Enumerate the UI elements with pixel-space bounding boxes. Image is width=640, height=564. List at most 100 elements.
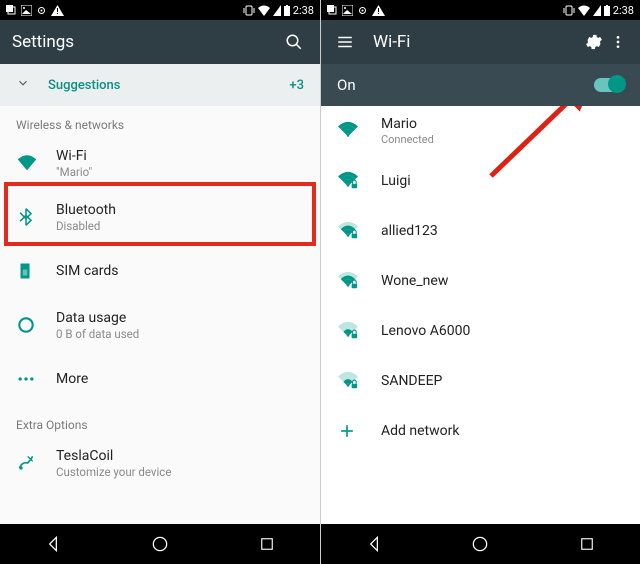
menu-button[interactable] — [331, 28, 359, 56]
wifi-on-label: On — [337, 76, 594, 94]
settings-row-sim[interactable]: SIM cards — [0, 244, 320, 298]
add-network-row[interactable]: Add network — [321, 406, 640, 456]
row-subtitle: Customize your device — [56, 465, 171, 479]
wifi-signal-icon — [337, 271, 381, 291]
status-bar: 2:38 — [0, 0, 320, 20]
nav-recents[interactable] — [573, 530, 601, 558]
signal-icon — [273, 5, 281, 16]
more-vert-icon — [610, 34, 626, 50]
gear-small-icon — [357, 5, 368, 16]
wifi-status-icon — [258, 5, 270, 16]
row-title: Wi-Fi — [56, 148, 92, 164]
clock: 2:38 — [293, 4, 314, 17]
settings-row-more[interactable]: More — [0, 352, 320, 406]
plus-icon — [337, 421, 381, 441]
bluetooth-icon — [16, 207, 36, 227]
wifi-ssid: Mario — [381, 116, 434, 132]
suggestions-label: Suggestions — [48, 78, 289, 93]
wifi-icon — [16, 152, 38, 174]
alert-icon — [372, 5, 385, 16]
back-icon — [43, 534, 63, 554]
row-title: More — [56, 371, 88, 387]
row-title: Data usage — [56, 310, 139, 326]
layers-icon — [6, 5, 17, 16]
settings-row-teslacoil[interactable]: TeslaCoilCustomize your device — [0, 436, 320, 490]
home-icon — [470, 534, 490, 554]
wifi-ssid: allied123 — [381, 223, 438, 239]
right-screen: 2:38 Wi-Fi On MarioConnected — [321, 0, 640, 564]
settings-row-data[interactable]: Data usage0 B of data used — [0, 298, 320, 352]
wifi-ssid: Luigi — [381, 173, 411, 189]
wifi-signal-icon — [337, 221, 381, 241]
teslacoil-icon — [16, 453, 36, 473]
sim-icon — [16, 261, 34, 281]
gear-icon — [584, 32, 604, 52]
home-icon — [150, 534, 170, 554]
page-title: Wi-Fi — [373, 32, 410, 52]
suggestions-count: +3 — [289, 78, 304, 93]
signal-icon — [593, 5, 601, 16]
clock: 2:38 — [613, 4, 634, 17]
overflow-button[interactable] — [608, 28, 628, 56]
app-bar: Settings — [0, 20, 320, 64]
alert-icon — [51, 5, 64, 16]
settings-row-wifi[interactable]: Wi-Fi"Mario" — [0, 136, 320, 190]
nav-bar — [0, 524, 320, 564]
wifi-ssid: Wone_new — [381, 273, 448, 289]
row-subtitle: Disabled — [56, 219, 116, 233]
nav-back[interactable] — [360, 530, 388, 558]
row-title: Bluetooth — [56, 202, 116, 218]
wifi-toggle[interactable] — [594, 78, 624, 92]
section-extra: Extra Options — [0, 406, 320, 436]
chevron-down-icon — [16, 76, 30, 94]
nav-home[interactable] — [466, 530, 494, 558]
battery-icon — [284, 5, 290, 16]
search-button[interactable] — [280, 28, 308, 56]
wifi-status-icon — [578, 5, 590, 16]
wifi-status: Connected — [381, 133, 434, 146]
layers-icon — [327, 5, 338, 16]
settings-gear-button[interactable] — [580, 28, 608, 56]
row-title: TeslaCoil — [56, 448, 171, 464]
wifi-network-row[interactable]: Lenovo A6000 — [321, 306, 640, 356]
wifi-signal-icon — [337, 121, 381, 141]
add-network-label: Add network — [381, 423, 459, 439]
wifi-network-row[interactable]: Luigi — [321, 156, 640, 206]
row-subtitle: 0 B of data used — [56, 327, 139, 341]
wifi-network-row[interactable]: MarioConnected — [321, 106, 640, 156]
nav-recents[interactable] — [253, 530, 281, 558]
image-icon — [342, 5, 353, 16]
wifi-signal-icon — [337, 371, 381, 391]
vibrate-icon — [563, 5, 575, 16]
wifi-network-row[interactable]: allied123 — [321, 206, 640, 256]
hamburger-icon — [336, 33, 354, 51]
recents-icon — [258, 535, 276, 553]
nav-back[interactable] — [39, 530, 67, 558]
left-screen: 2:38 Settings Suggestions +3 Wireless & … — [0, 0, 320, 564]
row-subtitle: "Mario" — [56, 165, 92, 179]
wifi-network-row[interactable]: Wone_new — [321, 256, 640, 306]
battery-icon — [604, 5, 610, 16]
page-title: Settings — [12, 32, 74, 52]
more-icon — [16, 369, 36, 389]
wifi-ssid: Lenovo A6000 — [381, 323, 470, 339]
app-bar: Wi-Fi — [321, 20, 640, 64]
image-icon — [21, 5, 32, 16]
wifi-signal-icon — [337, 171, 381, 191]
wifi-toggle-bar: On — [321, 64, 640, 106]
settings-row-bluetooth[interactable]: BluetoothDisabled — [0, 190, 320, 244]
vibrate-icon — [243, 5, 255, 16]
row-title: SIM cards — [56, 263, 119, 279]
wifi-ssid: SANDEEP — [381, 373, 442, 389]
back-icon — [364, 534, 384, 554]
nav-home[interactable] — [146, 530, 174, 558]
suggestions-row[interactable]: Suggestions +3 — [0, 64, 320, 106]
nav-bar — [321, 524, 640, 564]
wifi-network-row[interactable]: SANDEEP — [321, 356, 640, 406]
data-usage-icon — [16, 315, 36, 335]
search-icon — [285, 33, 303, 51]
wifi-signal-icon — [337, 321, 381, 341]
status-bar: 2:38 — [321, 0, 640, 20]
gear-small-icon — [36, 5, 47, 16]
recents-icon — [578, 535, 596, 553]
